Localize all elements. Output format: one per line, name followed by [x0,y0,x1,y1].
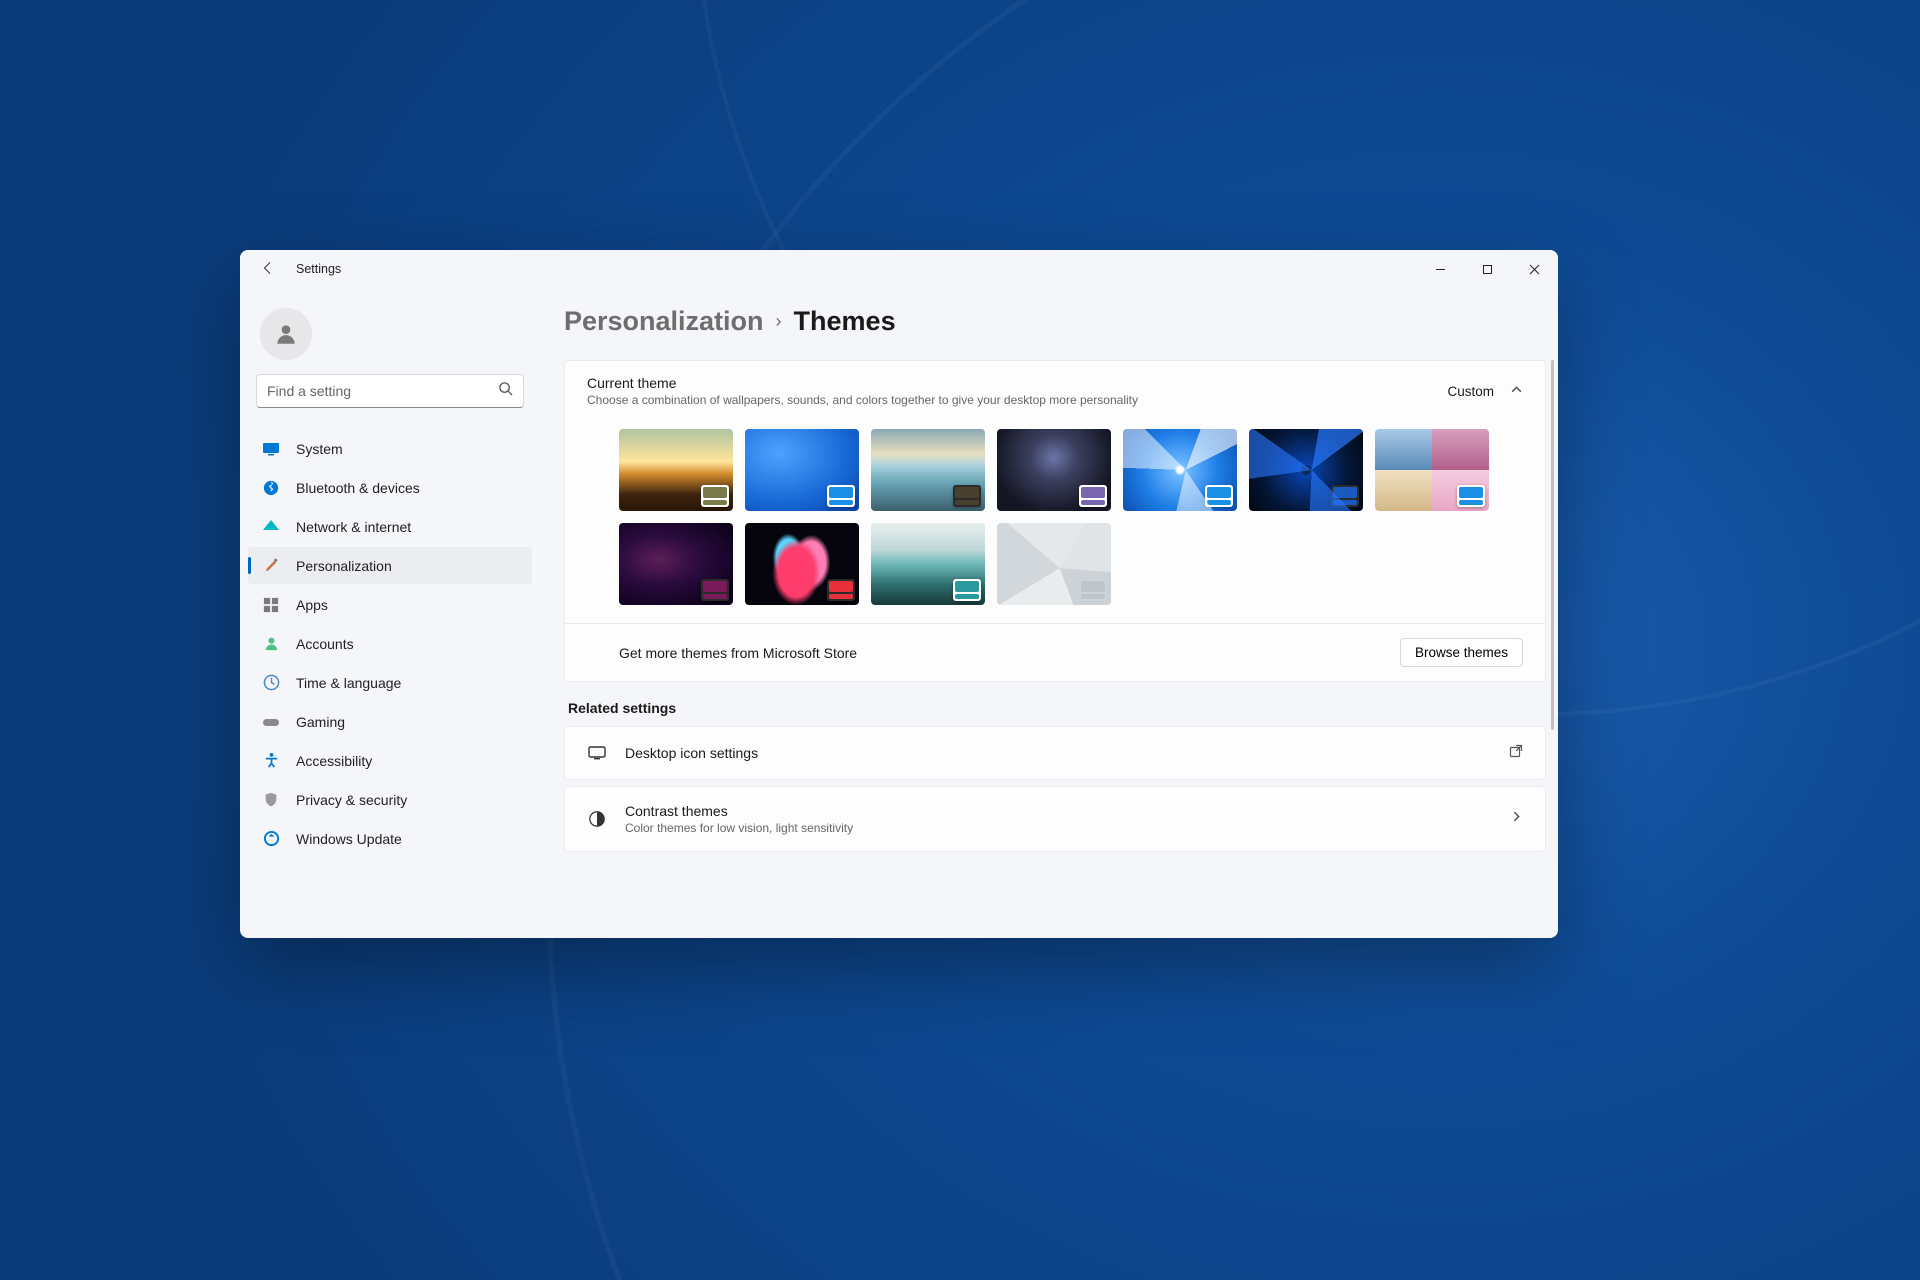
shield-icon [262,791,280,809]
nav-system[interactable]: System [248,430,532,467]
store-row: Get more themes from Microsoft Store Bro… [565,623,1545,681]
desktop-icon [587,743,607,763]
chevron-up-icon [1510,383,1523,399]
nav-label: Network & internet [296,519,411,535]
close-button[interactable] [1511,250,1558,288]
open-external-icon [1509,744,1523,763]
desktop-icon-settings-row[interactable]: Desktop icon settings [564,726,1546,780]
nav-label: Bluetooth & devices [296,480,420,496]
search-input[interactable] [267,383,498,399]
nav-label: Time & language [296,675,401,691]
theme-bloom-light[interactable] [1123,429,1237,511]
row-subtitle: Color themes for low vision, light sensi… [625,821,1492,835]
card-subtitle: Choose a combination of wallpapers, soun… [587,393,1447,407]
nav-label: Apps [296,597,328,613]
theme-bloom-gray[interactable] [997,523,1111,605]
monitor-icon [262,440,280,458]
nav: System Bluetooth & devices Network & int… [248,428,532,859]
store-text: Get more themes from Microsoft Store [619,645,1400,661]
bluetooth-icon [262,479,280,497]
current-theme-header[interactable]: Current theme Choose a combination of wa… [565,361,1545,421]
theme-sunrise-fjord[interactable] [871,523,985,605]
breadcrumb-current: Themes [794,306,896,337]
theme-lake-reflection[interactable] [871,429,985,511]
nav-label: Privacy & security [296,792,407,808]
person-icon [262,635,280,653]
browse-themes-button[interactable]: Browse themes [1400,638,1523,667]
chevron-right-icon [1510,810,1523,828]
theme-glow[interactable] [619,523,733,605]
back-button[interactable] [256,261,280,278]
gamepad-icon [262,713,280,731]
accessibility-icon [262,752,280,770]
scrollbar[interactable] [1551,360,1554,730]
row-title: Desktop icon settings [625,745,1491,761]
theme-windows-blue[interactable] [745,429,859,511]
nav-accounts[interactable]: Accounts [248,625,532,662]
nav-network[interactable]: Network & internet [248,508,532,545]
paintbrush-icon [262,557,280,575]
nav-label: Gaming [296,714,345,730]
apps-icon [262,596,280,614]
nav-bluetooth[interactable]: Bluetooth & devices [248,469,532,506]
nav-windows-update[interactable]: Windows Update [248,820,532,857]
window-title: Settings [296,262,341,276]
contrast-icon [587,809,607,829]
nav-label: Windows Update [296,831,402,847]
card-title: Current theme [587,375,1447,391]
wifi-icon [262,518,280,536]
nav-gaming[interactable]: Gaming [248,703,532,740]
user-avatar[interactable] [260,308,312,360]
chevron-right-icon: › [776,311,782,332]
theme-flow-dark[interactable] [745,523,859,605]
nav-personalization[interactable]: Personalization [248,547,532,584]
sidebar: System Bluetooth & devices Network & int… [240,288,540,938]
nav-apps[interactable]: Apps [248,586,532,623]
search-icon [498,381,513,401]
nav-time-language[interactable]: Time & language [248,664,532,701]
contrast-themes-row[interactable]: Contrast themes Color themes for low vis… [564,786,1546,852]
nav-label: System [296,441,343,457]
titlebar: Settings [240,250,1558,288]
maximize-button[interactable] [1464,250,1511,288]
nav-label: Accounts [296,636,354,652]
theme-milky-way[interactable] [997,429,1111,511]
breadcrumb: Personalization › Themes [564,306,1534,337]
nav-privacy[interactable]: Privacy & security [248,781,532,818]
update-icon [262,830,280,848]
globe-clock-icon [262,674,280,692]
minimize-button[interactable] [1417,250,1464,288]
settings-window: Settings [240,250,1558,938]
nav-label: Accessibility [296,753,372,769]
theme-captured-motion[interactable] [1375,429,1489,511]
nav-label: Personalization [296,558,392,574]
current-theme-card: Current theme Choose a combination of wa… [564,360,1546,682]
theme-forest-sunlight[interactable] [619,429,733,511]
search-box[interactable] [256,374,524,408]
current-theme-value: Custom [1447,384,1494,399]
nav-accessibility[interactable]: Accessibility [248,742,532,779]
theme-grid [565,421,1545,623]
related-settings-heading: Related settings [568,700,1546,716]
row-title: Contrast themes [625,803,1492,819]
breadcrumb-parent[interactable]: Personalization [564,306,764,337]
theme-bloom-dark[interactable] [1249,429,1363,511]
content: Personalization › Themes Current theme C… [540,288,1558,938]
